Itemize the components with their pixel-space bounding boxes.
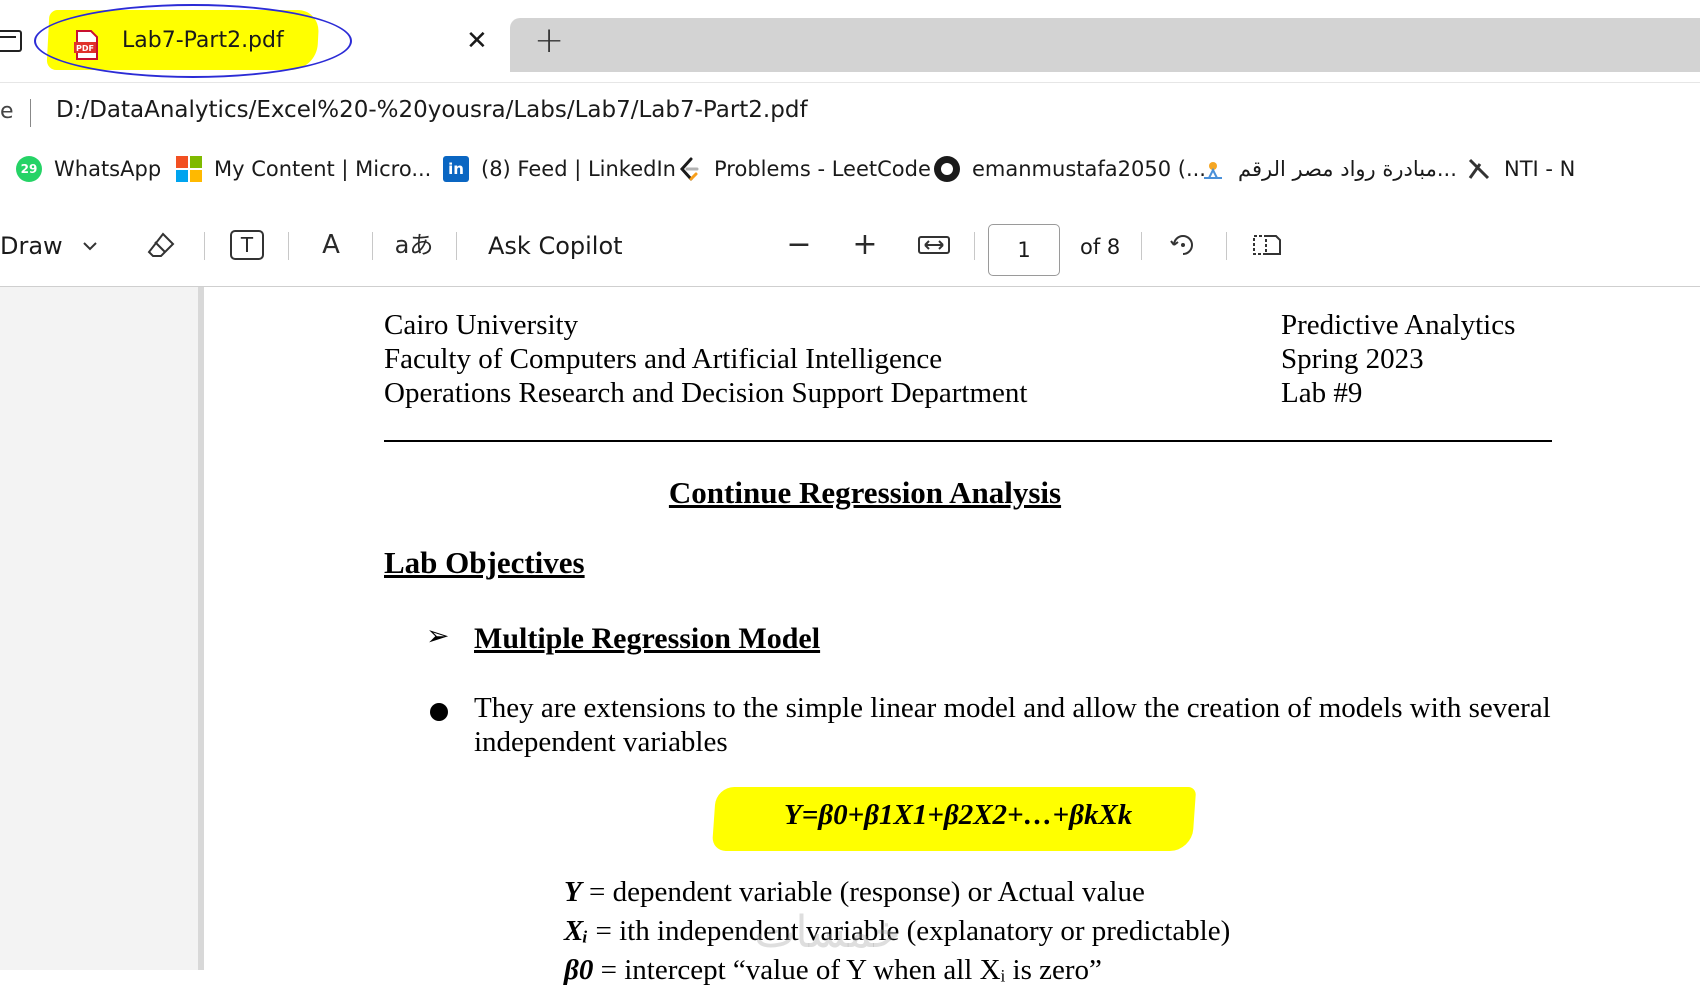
- address-bar-left-fragment: e: [0, 99, 14, 124]
- bookmark-label: NTI - N: [1504, 157, 1576, 181]
- arrow-bullet-icon: ➢: [426, 621, 450, 652]
- paragraph: They are extensions to the simple linear…: [474, 692, 1551, 758]
- chevron-down-icon[interactable]: [80, 230, 100, 260]
- header-rule: [384, 440, 1552, 442]
- header-lab-number: Lab #9: [1281, 377, 1363, 409]
- add-text-icon[interactable]: T: [230, 230, 264, 260]
- bookmark-nti[interactable]: NTI - N: [1466, 154, 1575, 184]
- page-total-label: of 8: [1080, 235, 1121, 259]
- bookmark-label: emanmustafa2050 (...: [972, 157, 1206, 181]
- regression-equation: Y=β0+β1X1+β2X2+…+βkXk: [784, 799, 1133, 831]
- nti-icon: [1468, 158, 1490, 180]
- address-bar: e D:/DataAnalytics/Excel%20-%20yousra/La…: [0, 82, 1700, 141]
- header-university: Cairo University: [384, 309, 579, 341]
- definition-symbol: Y: [564, 876, 582, 908]
- tab-strip-background: [510, 18, 1700, 72]
- url-field[interactable]: D:/DataAnalytics/Excel%20-%20yousra/Labs…: [56, 97, 808, 123]
- document-title: Continue Regression Analysis: [668, 475, 1062, 510]
- toolbar-divider: [974, 232, 975, 260]
- bookmark-label: مبادرة رواد مصر الرقم...: [1238, 157, 1457, 181]
- subsection-heading: Multiple Regression Model: [474, 622, 821, 655]
- rotate-icon[interactable]: [1166, 230, 1200, 260]
- translate-icon[interactable]: aあ: [394, 230, 434, 260]
- definition-symbol: Xᵢ: [564, 915, 589, 947]
- bookmark-label: Problems - LeetCode: [714, 157, 931, 181]
- pdf-viewer[interactable]: Cairo University Faculty of Computers an…: [0, 287, 1700, 986]
- pdf-page: Cairo University Faculty of Computers an…: [204, 287, 1700, 986]
- draw-button[interactable]: Draw: [0, 232, 63, 260]
- leetcode-icon: [679, 157, 699, 181]
- bookmark-leetcode[interactable]: Problems - LeetCode: [676, 154, 931, 184]
- pdf-toolbar: Draw T A aあ Ask Copilot − + 1 of 8: [0, 200, 1700, 287]
- header-course: Predictive Analytics: [1281, 309, 1516, 341]
- section-heading: Lab Objectives: [384, 545, 585, 580]
- eraser-icon[interactable]: [145, 230, 177, 260]
- read-aloud-icon[interactable]: A: [314, 230, 348, 260]
- definition-text: = dependent variable (response) or Actua…: [581, 876, 1145, 908]
- toolbar-divider: [372, 232, 373, 260]
- toolbar-divider: [204, 232, 205, 260]
- bookmark-my-content[interactable]: My Content | Micro...: [176, 154, 431, 184]
- page-view-icon[interactable]: [1250, 230, 1284, 260]
- whatsapp-icon: 29: [16, 156, 42, 182]
- toolbar-divider: [1226, 232, 1227, 260]
- header-department: Operations Research and Decision Support…: [384, 377, 1028, 409]
- bookmark-label: (8) Feed | LinkedIn: [481, 157, 676, 181]
- bookmark-digital-egypt[interactable]: مبادرة رواد مصر الرقم...: [1200, 154, 1457, 184]
- tab-actions-icon[interactable]: [0, 30, 22, 52]
- digital-egypt-icon: [1204, 162, 1222, 179]
- header-term: Spring 2023: [1281, 343, 1424, 375]
- header-faculty: Faculty of Computers and Artificial Inte…: [384, 343, 943, 375]
- address-separator: [30, 99, 31, 127]
- fit-width-icon[interactable]: [917, 230, 951, 260]
- definition-text: = ith independent variable (explanatory …: [588, 915, 1231, 947]
- bookmark-github[interactable]: emanmustafa2050 (...: [934, 154, 1206, 184]
- definition-text: = intercept “value of Y when all Xᵢ is z…: [593, 954, 1102, 986]
- tab-circle-annotation: [34, 4, 352, 78]
- zoom-out-icon[interactable]: −: [784, 230, 814, 260]
- bookmarks-bar: 29 WhatsApp My Content | Micro... in (8)…: [0, 140, 1700, 200]
- bookmark-label: WhatsApp: [54, 157, 162, 181]
- github-icon: [934, 156, 960, 182]
- zoom-in-icon[interactable]: +: [850, 230, 880, 260]
- new-tab-button[interactable]: +: [534, 20, 564, 62]
- bookmark-whatsapp[interactable]: 29 WhatsApp: [16, 154, 161, 184]
- microsoft-icon: [176, 156, 202, 182]
- bookmark-label: My Content | Micro...: [214, 157, 432, 181]
- page-number-input[interactable]: 1: [988, 224, 1060, 276]
- bookmark-linkedin[interactable]: in (8) Feed | LinkedIn: [443, 154, 676, 184]
- bullet-icon: [430, 703, 448, 721]
- definition-symbol: β0: [564, 954, 594, 986]
- toolbar-divider: [288, 232, 289, 260]
- ask-copilot-button[interactable]: Ask Copilot: [488, 232, 623, 260]
- toolbar-divider: [1141, 232, 1142, 260]
- linkedin-icon: in: [443, 156, 469, 182]
- tab-strip: PDF Lab7-Part2.pdf ✕ +: [0, 0, 1700, 82]
- toolbar-divider: [456, 232, 457, 260]
- close-tab-icon[interactable]: ✕: [466, 26, 488, 56]
- watermark: خمسات: [754, 907, 901, 958]
